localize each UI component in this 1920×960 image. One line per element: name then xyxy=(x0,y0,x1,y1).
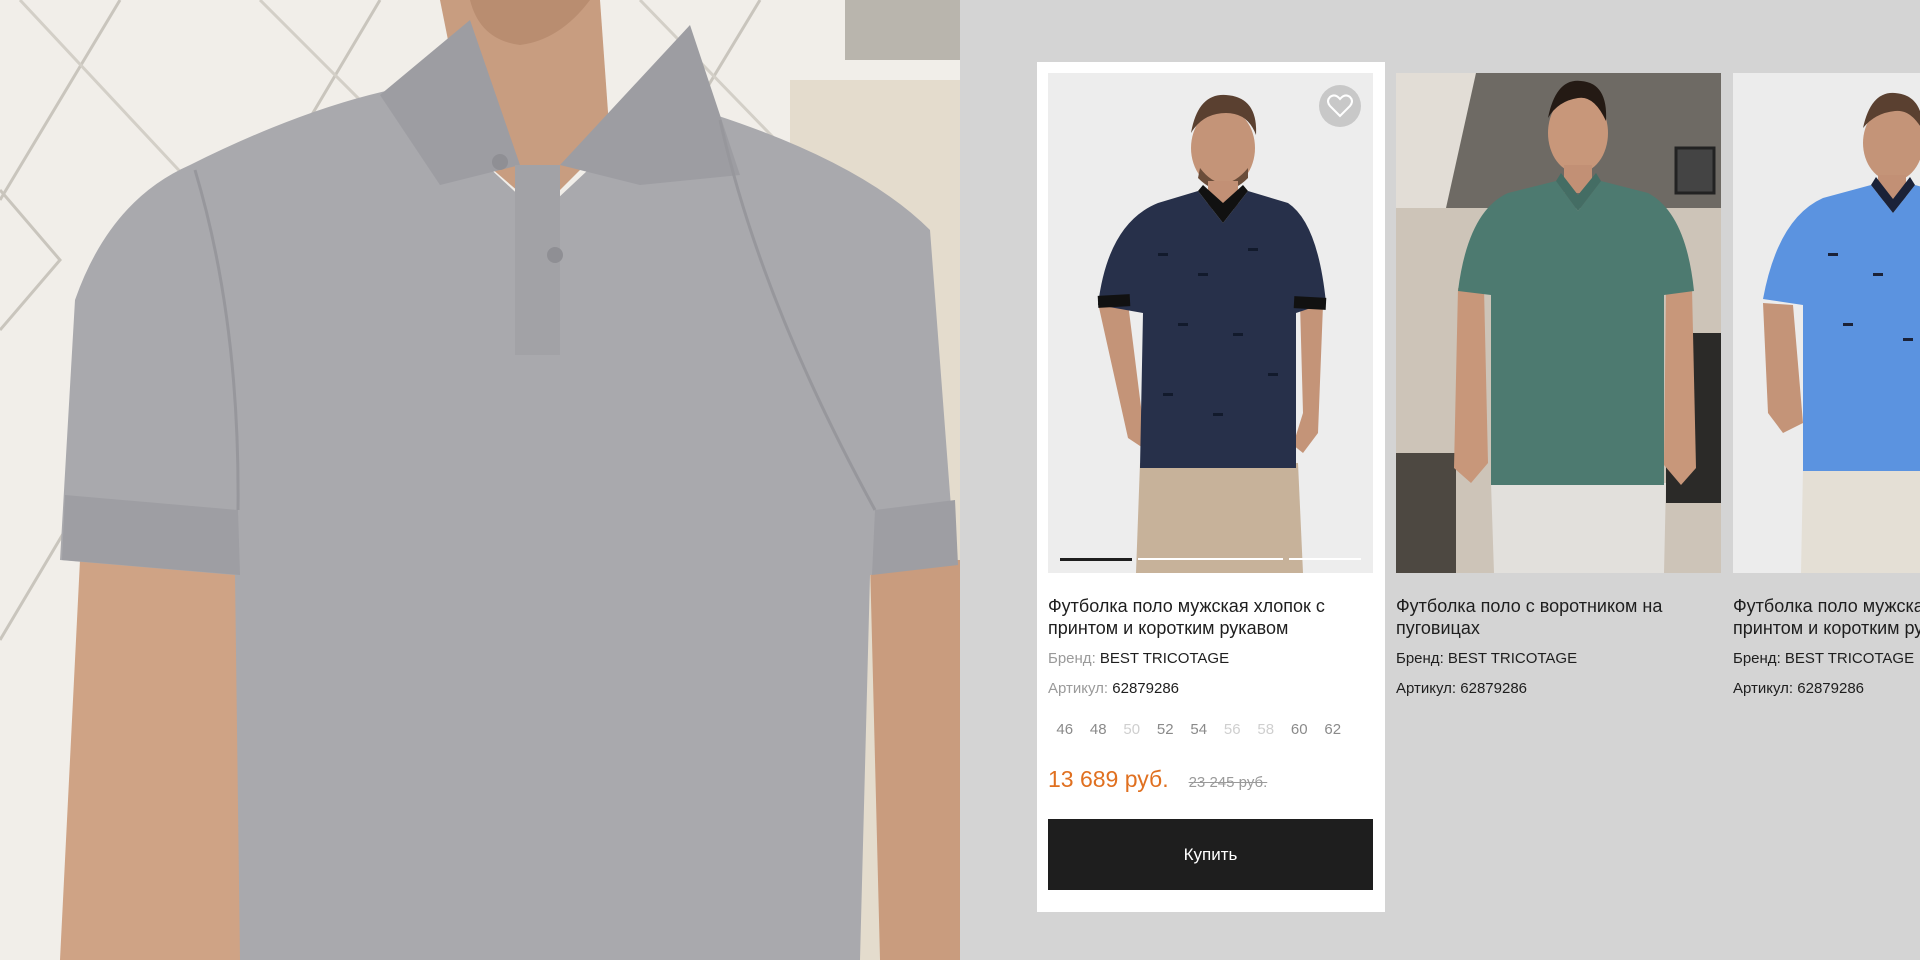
product-card[interactable]: Футболка поло мужская хлопок с принтом и… xyxy=(1733,73,1920,699)
shirt-shape xyxy=(1458,181,1694,485)
product-photo[interactable] xyxy=(1733,73,1920,573)
current-price: 13 689 руб. xyxy=(1048,766,1169,792)
product-card[interactable]: Футболка поло с воротником на пуговицах … xyxy=(1396,73,1721,699)
product-photo-illustration xyxy=(1048,73,1373,573)
size-option-unavailable: 56 xyxy=(1223,721,1241,738)
brand-line: Бренд: BEST TRICOTAGE xyxy=(1733,649,1920,669)
old-price: 23 245 руб. xyxy=(1188,774,1268,791)
sku-label: Артикул: xyxy=(1396,680,1457,697)
brand-label: Бренд: xyxy=(1733,650,1781,667)
heart-icon xyxy=(1327,94,1353,118)
size-option[interactable]: 54 xyxy=(1182,721,1216,738)
product-carousel: Футболка поло мужская хлопок с принтом и… xyxy=(960,0,1920,960)
sku-line: Артикул: 62879286 xyxy=(1733,679,1920,699)
slide-indicator[interactable] xyxy=(1138,558,1283,560)
sku-line: Артикул: 62879286 xyxy=(1048,679,1374,699)
hero-photo-illustration xyxy=(0,0,960,960)
size-option[interactable]: 48 xyxy=(1082,721,1116,738)
product-title[interactable]: Футболка поло с воротником на пуговицах xyxy=(1396,595,1706,639)
product-title[interactable]: Футболка поло мужская хлопок с принтом и… xyxy=(1048,595,1358,639)
brand-label: Бренд: xyxy=(1396,650,1444,667)
price-block: 13 689 руб. 23 245 руб. xyxy=(1048,766,1374,793)
sku-value: 62879286 xyxy=(1112,680,1180,697)
size-option-unavailable: 50 xyxy=(1123,721,1141,738)
slide-indicator[interactable] xyxy=(1060,558,1133,561)
brand-value: BEST TRICOTAGE xyxy=(1447,650,1578,667)
brand-value: BEST TRICOTAGE xyxy=(1784,650,1915,667)
size-option[interactable]: 62 xyxy=(1316,721,1350,738)
size-option-unavailable: 58 xyxy=(1257,721,1275,738)
size-selector: 46 48 50 52 54 56 58 60 62 xyxy=(1048,721,1374,738)
product-photo-illustration xyxy=(1733,73,1920,573)
product-title[interactable]: Футболка поло мужская хлопок с принтом и… xyxy=(1733,595,1920,639)
hero-product-photo xyxy=(0,0,960,960)
sku-line: Артикул: 62879286 xyxy=(1396,679,1721,699)
brand-label: Бренд: xyxy=(1048,650,1096,667)
product-photo[interactable] xyxy=(1048,73,1373,573)
sku-value: 62879286 xyxy=(1460,680,1528,697)
buy-button[interactable]: Купить xyxy=(1048,819,1373,890)
brand-value: BEST TRICOTAGE xyxy=(1099,650,1230,667)
favorite-button[interactable] xyxy=(1319,85,1361,127)
sku-value: 62879286 xyxy=(1797,680,1865,697)
size-option[interactable]: 52 xyxy=(1149,721,1183,738)
brand-line: Бренд: BEST TRICOTAGE xyxy=(1396,649,1721,669)
size-option[interactable]: 46 xyxy=(1048,721,1082,738)
size-option[interactable]: 60 xyxy=(1283,721,1317,738)
sku-label: Артикул: xyxy=(1733,680,1794,697)
product-photo[interactable] xyxy=(1396,73,1721,573)
brand-line: Бренд: BEST TRICOTAGE xyxy=(1048,649,1374,669)
slide-indicator[interactable] xyxy=(1288,558,1361,560)
photo-slider-indicator xyxy=(1060,558,1361,561)
product-card[interactable]: Футболка поло мужская хлопок с принтом и… xyxy=(1037,62,1385,912)
sku-label: Артикул: xyxy=(1048,680,1109,697)
product-photo-illustration xyxy=(1396,73,1721,573)
